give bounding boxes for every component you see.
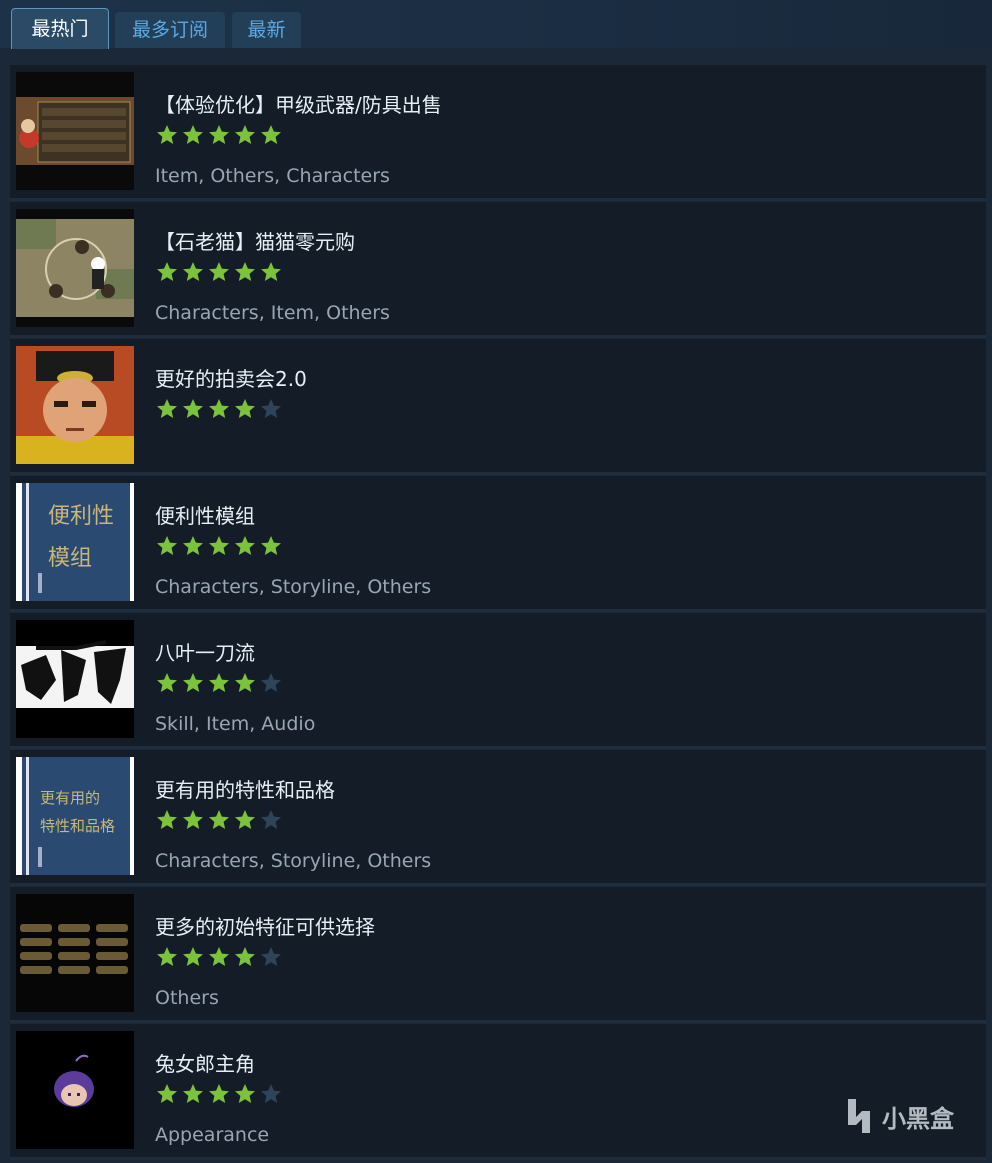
thumb-text: 便利性 <box>48 504 114 529</box>
star-filled-icon <box>235 810 255 829</box>
tab-newest[interactable]: 最新 <box>232 12 301 48</box>
star-filled-icon <box>235 262 255 281</box>
list-item[interactable]: 便利性 模组 便利性模组 Characters, Storyline, Othe… <box>10 476 986 612</box>
list-item[interactable]: 更好的拍卖会2.0 <box>10 339 986 475</box>
item-title[interactable]: 更好的拍卖会2.0 <box>155 363 307 392</box>
star-filled-icon <box>183 1084 203 1103</box>
thumb-text: 模组 <box>48 546 92 571</box>
rating-stars <box>155 671 283 695</box>
item-tags: Others <box>155 987 219 1009</box>
star-filled-icon <box>209 399 229 418</box>
list-item[interactable]: 【石老猫】猫猫零元购 Characters, Item, Others <box>10 202 986 338</box>
item-title[interactable]: 【体验优化】甲级武器/防具出售 <box>155 89 442 118</box>
item-thumbnail[interactable] <box>16 894 134 1012</box>
item-thumbnail[interactable] <box>16 620 134 738</box>
rating-stars <box>155 123 283 147</box>
star-empty-icon <box>261 673 281 692</box>
star-filled-icon <box>235 399 255 418</box>
rating-stars <box>155 1082 283 1106</box>
item-tags: Skill, Item, Audio <box>155 713 316 735</box>
star-filled-icon <box>209 262 229 281</box>
star-filled-icon <box>209 536 229 555</box>
rating-stars <box>155 260 283 284</box>
heybox-logo-icon <box>848 1099 870 1133</box>
rating-stars <box>155 945 283 969</box>
item-tags: Characters, Item, Others <box>155 302 390 324</box>
star-filled-icon <box>157 399 177 418</box>
rating-stars <box>155 397 283 421</box>
item-thumbnail[interactable] <box>16 1031 134 1149</box>
star-filled-icon <box>235 125 255 144</box>
star-empty-icon <box>261 810 281 829</box>
rating-stars <box>155 808 283 832</box>
star-filled-icon <box>235 673 255 692</box>
star-empty-icon <box>261 947 281 966</box>
star-empty-icon <box>261 399 281 418</box>
list-item[interactable]: 更多的初始特征可供选择 Others <box>10 887 986 1023</box>
list-item[interactable]: 兔女郎主角 Appearance <box>10 1024 986 1160</box>
star-filled-icon <box>157 125 177 144</box>
list-item[interactable]: 八叶一刀流 Skill, Item, Audio <box>10 613 986 749</box>
star-filled-icon <box>209 125 229 144</box>
tab-most-subscribed[interactable]: 最多订阅 <box>115 12 225 48</box>
star-filled-icon <box>261 125 281 144</box>
thumb-text: 更有用的 <box>40 789 100 807</box>
star-filled-icon <box>209 810 229 829</box>
star-filled-icon <box>183 810 203 829</box>
star-filled-icon <box>157 947 177 966</box>
tab-most-popular[interactable]: 最热门 <box>11 8 109 49</box>
thumb-text: 特性和品格 <box>40 817 115 835</box>
item-thumbnail[interactable] <box>16 72 134 190</box>
item-title[interactable]: 便利性模组 <box>155 500 255 529</box>
star-filled-icon <box>209 947 229 966</box>
item-thumbnail[interactable]: 更有用的 特性和品格 <box>16 757 134 875</box>
star-filled-icon <box>183 399 203 418</box>
star-filled-icon <box>209 673 229 692</box>
list-item[interactable]: 更有用的 特性和品格 更有用的特性和品格 Characters, Storyli… <box>10 750 986 886</box>
star-filled-icon <box>209 1084 229 1103</box>
item-title[interactable]: 更多的初始特征可供选择 <box>155 911 375 940</box>
star-filled-icon <box>235 947 255 966</box>
item-tags: Characters, Storyline, Others <box>155 850 432 872</box>
star-filled-icon <box>157 536 177 555</box>
star-filled-icon <box>157 810 177 829</box>
star-filled-icon <box>183 947 203 966</box>
star-filled-icon <box>235 536 255 555</box>
star-filled-icon <box>183 673 203 692</box>
star-filled-icon <box>157 673 177 692</box>
item-tags: Appearance <box>155 1124 270 1146</box>
star-filled-icon <box>183 262 203 281</box>
star-filled-icon <box>235 1084 255 1103</box>
star-empty-icon <box>261 1084 281 1103</box>
item-title[interactable]: 八叶一刀流 <box>155 637 255 666</box>
list-item[interactable]: 【体验优化】甲级武器/防具出售 Item, Others, Characters <box>10 65 986 201</box>
tab-bar: 最热门 最多订阅 最新 <box>0 0 992 49</box>
star-filled-icon <box>261 536 281 555</box>
star-filled-icon <box>183 125 203 144</box>
watermark: 小黑盒 <box>842 1094 954 1138</box>
item-tags: Item, Others, Characters <box>155 165 390 187</box>
item-thumbnail[interactable] <box>16 209 134 327</box>
star-filled-icon <box>157 1084 177 1103</box>
star-filled-icon <box>157 262 177 281</box>
star-filled-icon <box>183 536 203 555</box>
item-thumbnail[interactable] <box>16 346 134 464</box>
item-tags: Characters, Storyline, Others <box>155 576 432 598</box>
item-title[interactable]: 兔女郎主角 <box>155 1048 255 1077</box>
item-thumbnail[interactable]: 便利性 模组 <box>16 483 134 601</box>
item-title[interactable]: 更有用的特性和品格 <box>155 774 335 803</box>
star-filled-icon <box>261 262 281 281</box>
watermark-text: 小黑盒 <box>882 1104 954 1133</box>
rating-stars <box>155 534 283 558</box>
item-title[interactable]: 【石老猫】猫猫零元购 <box>155 226 355 255</box>
